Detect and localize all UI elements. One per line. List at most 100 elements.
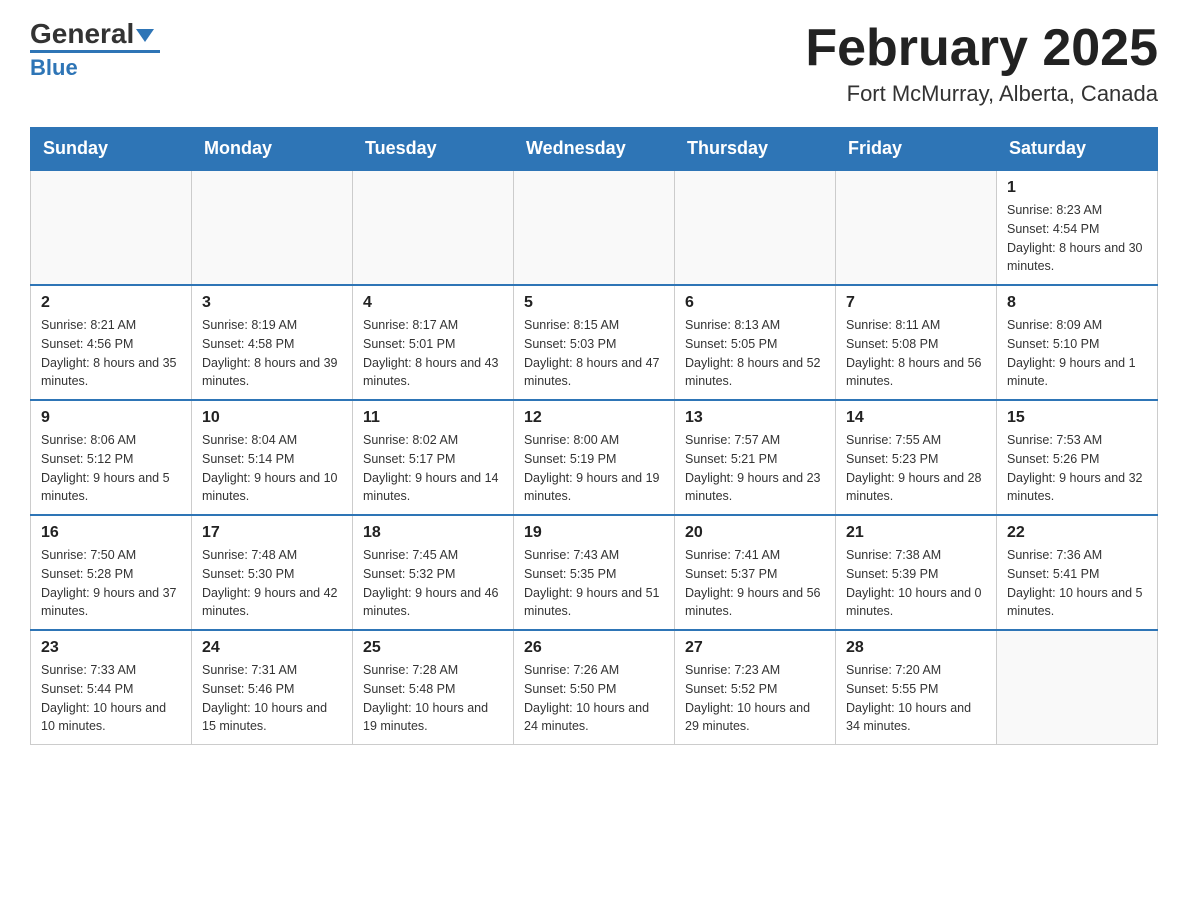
day-info: Sunrise: 8:09 AM Sunset: 5:10 PM Dayligh… <box>1007 316 1147 391</box>
day-number: 20 <box>685 524 825 542</box>
calendar-day-cell: 15 Sunrise: 7:53 AM Sunset: 5:26 PM Dayli… <box>997 400 1158 515</box>
day-info: Sunrise: 7:31 AM Sunset: 5:46 PM Dayligh… <box>202 661 342 736</box>
calendar-day-cell: 18 Sunrise: 7:45 AM Sunset: 5:32 PM Dayli… <box>353 515 514 630</box>
day-info: Sunrise: 8:02 AM Sunset: 5:17 PM Dayligh… <box>363 431 503 506</box>
day-number: 17 <box>202 524 342 542</box>
day-number: 27 <box>685 639 825 657</box>
day-info: Sunrise: 7:45 AM Sunset: 5:32 PM Dayligh… <box>363 546 503 621</box>
calendar-day-cell: 9 Sunrise: 8:06 AM Sunset: 5:12 PM Daylig… <box>31 400 192 515</box>
calendar-day-cell: 19Sunrise: 7:43 AM Sunset: 5:35 PM Dayli… <box>514 515 675 630</box>
col-tuesday: Tuesday <box>353 128 514 171</box>
day-info: Sunrise: 7:57 AM Sunset: 5:21 PM Dayligh… <box>685 431 825 506</box>
location-title: Fort McMurray, Alberta, Canada <box>805 81 1158 107</box>
calendar-day-cell: 11 Sunrise: 8:02 AM Sunset: 5:17 PM Dayli… <box>353 400 514 515</box>
day-info: Sunrise: 7:48 AM Sunset: 5:30 PM Dayligh… <box>202 546 342 621</box>
day-info: Sunrise: 7:20 AM Sunset: 5:55 PM Dayligh… <box>846 661 986 736</box>
day-info: Sunrise: 7:50 AM Sunset: 5:28 PM Dayligh… <box>41 546 181 621</box>
day-number: 4 <box>363 294 503 312</box>
calendar-day-cell: 4 Sunrise: 8:17 AM Sunset: 5:01 PM Daylig… <box>353 285 514 400</box>
day-number: 14 <box>846 409 986 427</box>
calendar-week-row: 9 Sunrise: 8:06 AM Sunset: 5:12 PM Daylig… <box>31 400 1158 515</box>
col-saturday: Saturday <box>997 128 1158 171</box>
calendar-day-cell: 27Sunrise: 7:23 AM Sunset: 5:52 PM Dayli… <box>675 630 836 745</box>
calendar-day-cell: 20 Sunrise: 7:41 AM Sunset: 5:37 PM Dayli… <box>675 515 836 630</box>
day-info: Sunrise: 7:43 AM Sunset: 5:35 PM Dayligh… <box>524 546 664 621</box>
calendar-day-cell: 28 Sunrise: 7:20 AM Sunset: 5:55 PM Dayli… <box>836 630 997 745</box>
calendar-day-cell: 1Sunrise: 8:23 AM Sunset: 4:54 PM Daylig… <box>997 170 1158 285</box>
title-area: February 2025 Fort McMurray, Alberta, Ca… <box>805 20 1158 107</box>
calendar-day-cell: 5 Sunrise: 8:15 AM Sunset: 5:03 PM Daylig… <box>514 285 675 400</box>
calendar-day-cell: 10 Sunrise: 8:04 AM Sunset: 5:14 PM Dayli… <box>192 400 353 515</box>
calendar-day-cell: 26 Sunrise: 7:26 AM Sunset: 5:50 PM Dayli… <box>514 630 675 745</box>
day-number: 23 <box>41 639 181 657</box>
calendar-table: Sunday Monday Tuesday Wednesday Thursday… <box>30 127 1158 745</box>
calendar-week-row: 23 Sunrise: 7:33 AM Sunset: 5:44 PM Dayli… <box>31 630 1158 745</box>
day-number: 21 <box>846 524 986 542</box>
col-wednesday: Wednesday <box>514 128 675 171</box>
day-number: 3 <box>202 294 342 312</box>
day-info: Sunrise: 8:06 AM Sunset: 5:12 PM Dayligh… <box>41 431 181 506</box>
logo-line <box>30 50 160 53</box>
day-number: 12 <box>524 409 664 427</box>
calendar-day-cell: 22 Sunrise: 7:36 AM Sunset: 5:41 PM Dayli… <box>997 515 1158 630</box>
col-thursday: Thursday <box>675 128 836 171</box>
day-info: Sunrise: 7:28 AM Sunset: 5:48 PM Dayligh… <box>363 661 503 736</box>
calendar-day-cell <box>192 170 353 285</box>
calendar-day-cell <box>836 170 997 285</box>
day-info: Sunrise: 8:21 AM Sunset: 4:56 PM Dayligh… <box>41 316 181 391</box>
calendar-day-cell <box>31 170 192 285</box>
day-number: 5 <box>524 294 664 312</box>
calendar-week-row: 16 Sunrise: 7:50 AM Sunset: 5:28 PM Dayli… <box>31 515 1158 630</box>
day-info: Sunrise: 7:53 AM Sunset: 5:26 PM Dayligh… <box>1007 431 1147 506</box>
calendar-day-cell: 23 Sunrise: 7:33 AM Sunset: 5:44 PM Dayli… <box>31 630 192 745</box>
day-number: 7 <box>846 294 986 312</box>
day-number: 10 <box>202 409 342 427</box>
calendar-day-cell: 13 Sunrise: 7:57 AM Sunset: 5:21 PM Dayli… <box>675 400 836 515</box>
day-number: 25 <box>363 639 503 657</box>
calendar-header-row: Sunday Monday Tuesday Wednesday Thursday… <box>31 128 1158 171</box>
calendar-day-cell: 3 Sunrise: 8:19 AM Sunset: 4:58 PM Daylig… <box>192 285 353 400</box>
calendar-day-cell: 17 Sunrise: 7:48 AM Sunset: 5:30 PM Dayli… <box>192 515 353 630</box>
logo: General Blue <box>30 20 160 81</box>
day-info: Sunrise: 7:33 AM Sunset: 5:44 PM Dayligh… <box>41 661 181 736</box>
day-number: 13 <box>685 409 825 427</box>
calendar-day-cell: 8 Sunrise: 8:09 AM Sunset: 5:10 PM Daylig… <box>997 285 1158 400</box>
day-number: 9 <box>41 409 181 427</box>
day-info: Sunrise: 7:55 AM Sunset: 5:23 PM Dayligh… <box>846 431 986 506</box>
logo-blue-text: Blue <box>30 55 78 81</box>
col-monday: Monday <box>192 128 353 171</box>
calendar-day-cell: 16 Sunrise: 7:50 AM Sunset: 5:28 PM Dayli… <box>31 515 192 630</box>
calendar-day-cell: 24 Sunrise: 7:31 AM Sunset: 5:46 PM Dayli… <box>192 630 353 745</box>
day-info: Sunrise: 8:04 AM Sunset: 5:14 PM Dayligh… <box>202 431 342 506</box>
calendar-day-cell <box>675 170 836 285</box>
calendar-day-cell: 2 Sunrise: 8:21 AM Sunset: 4:56 PM Daylig… <box>31 285 192 400</box>
logo-text: General <box>30 20 154 48</box>
day-info: Sunrise: 8:17 AM Sunset: 5:01 PM Dayligh… <box>363 316 503 391</box>
day-info: Sunrise: 7:41 AM Sunset: 5:37 PM Dayligh… <box>685 546 825 621</box>
day-info: Sunrise: 7:36 AM Sunset: 5:41 PM Dayligh… <box>1007 546 1147 621</box>
day-number: 8 <box>1007 294 1147 312</box>
day-info: Sunrise: 7:26 AM Sunset: 5:50 PM Dayligh… <box>524 661 664 736</box>
day-number: 22 <box>1007 524 1147 542</box>
month-title: February 2025 <box>805 20 1158 77</box>
calendar-day-cell: 6Sunrise: 8:13 AM Sunset: 5:05 PM Daylig… <box>675 285 836 400</box>
calendar-day-cell: 14 Sunrise: 7:55 AM Sunset: 5:23 PM Dayli… <box>836 400 997 515</box>
day-number: 16 <box>41 524 181 542</box>
calendar-day-cell: 7Sunrise: 8:11 AM Sunset: 5:08 PM Daylig… <box>836 285 997 400</box>
day-number: 28 <box>846 639 986 657</box>
day-info: Sunrise: 7:38 AM Sunset: 5:39 PM Dayligh… <box>846 546 986 621</box>
day-number: 2 <box>41 294 181 312</box>
day-info: Sunrise: 8:19 AM Sunset: 4:58 PM Dayligh… <box>202 316 342 391</box>
calendar-day-cell: 21 Sunrise: 7:38 AM Sunset: 5:39 PM Dayli… <box>836 515 997 630</box>
day-number: 18 <box>363 524 503 542</box>
day-number: 11 <box>363 409 503 427</box>
calendar-day-cell <box>353 170 514 285</box>
day-info: Sunrise: 8:13 AM Sunset: 5:05 PM Dayligh… <box>685 316 825 391</box>
day-number: 1 <box>1007 179 1147 197</box>
day-info: Sunrise: 8:15 AM Sunset: 5:03 PM Dayligh… <box>524 316 664 391</box>
day-number: 24 <box>202 639 342 657</box>
calendar-week-row: 2 Sunrise: 8:21 AM Sunset: 4:56 PM Daylig… <box>31 285 1158 400</box>
day-number: 15 <box>1007 409 1147 427</box>
col-friday: Friday <box>836 128 997 171</box>
day-number: 26 <box>524 639 664 657</box>
